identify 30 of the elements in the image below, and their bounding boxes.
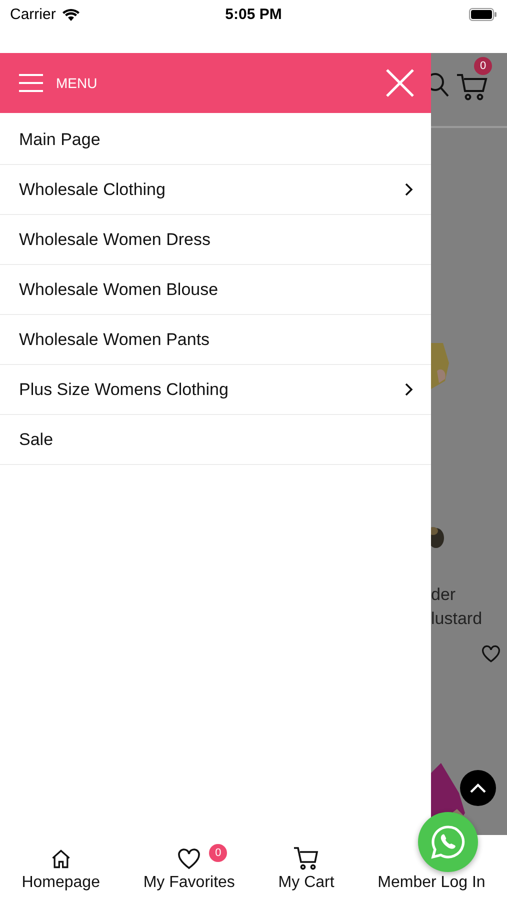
- search-icon[interactable]: [431, 71, 450, 99]
- phone-bubble-icon: [431, 825, 465, 859]
- nav-label: Homepage: [22, 874, 100, 892]
- chevron-up-icon: [470, 783, 486, 793]
- cart-icon[interactable]: [456, 71, 488, 101]
- close-icon[interactable]: [385, 68, 415, 98]
- heart-icon: [177, 848, 202, 870]
- product-title: der: [431, 584, 457, 606]
- wifi-icon: [62, 8, 80, 20]
- nav-tab[interactable]: Member Log In: [378, 874, 486, 892]
- carrier-label: Carrier: [10, 6, 56, 22]
- clock-time: 5:05 PM: [225, 6, 282, 22]
- battery-icon: [469, 8, 497, 20]
- home-icon: [50, 848, 72, 870]
- cart-icon: [293, 846, 320, 870]
- heart-icon[interactable]: [481, 645, 501, 663]
- nav-tab[interactable]: My Cart: [278, 844, 334, 892]
- nav-label: My Favorites: [143, 874, 235, 892]
- menu-icon[interactable]: [18, 73, 44, 93]
- menu-item[interactable]: Wholesale Clothing: [0, 165, 431, 215]
- menu-title: MENU: [56, 75, 98, 91]
- menu-item[interactable]: Main Page: [0, 115, 431, 165]
- menu-item[interactable]: Plus Size Womens Clothing: [0, 365, 431, 415]
- nav-label: My Cart: [278, 874, 334, 892]
- chat-button[interactable]: [418, 812, 478, 872]
- favorites-count-badge: 0: [209, 844, 228, 862]
- nav-tab[interactable]: Homepage: [22, 844, 100, 892]
- product-title: lustard: [431, 608, 484, 630]
- cart-count-badge: 0: [474, 57, 492, 75]
- nav-tab[interactable]: 0 My Favorites: [143, 844, 235, 892]
